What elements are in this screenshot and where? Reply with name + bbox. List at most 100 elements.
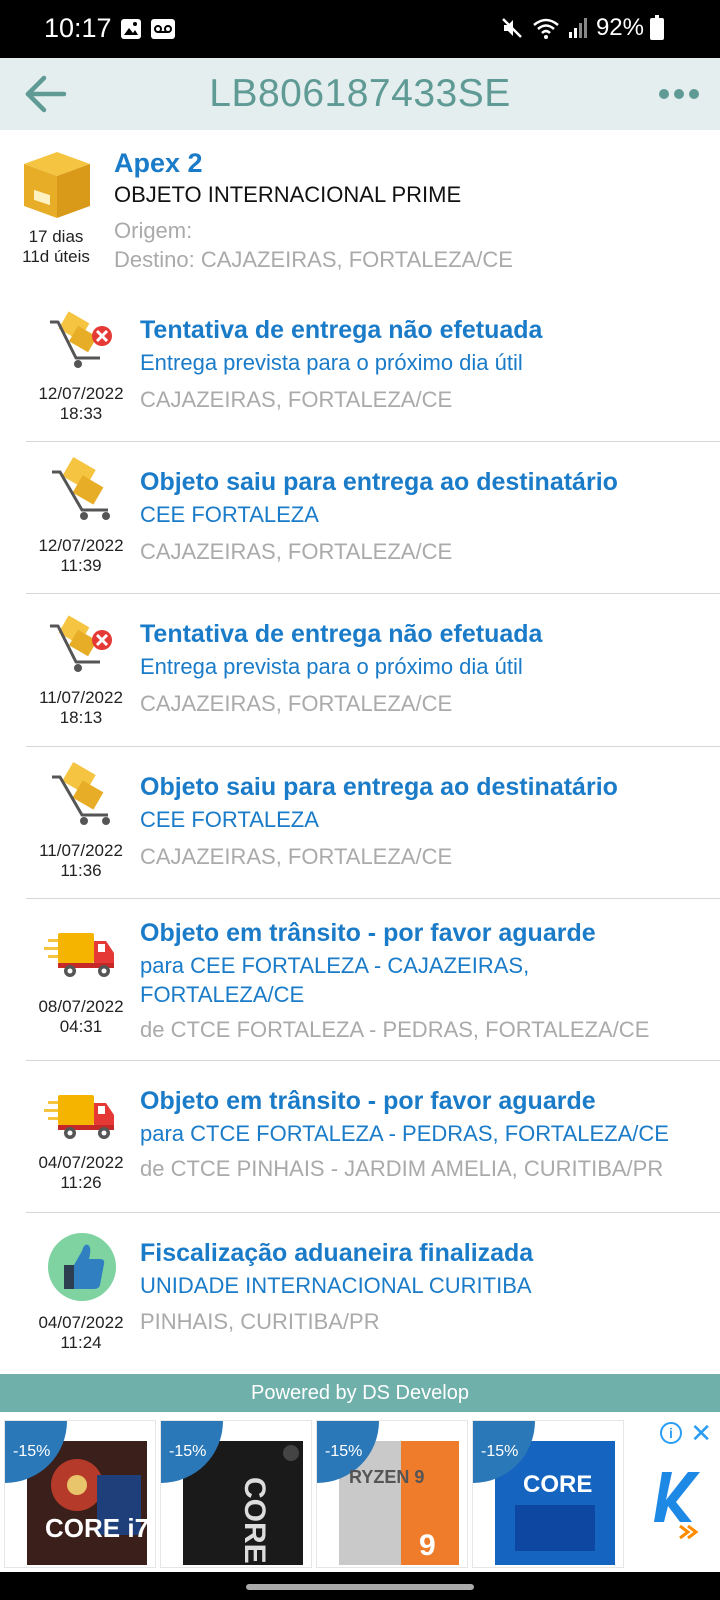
event-datetime: 08/07/2022 04:31 bbox=[26, 997, 136, 1037]
package-origin: Origem: bbox=[114, 218, 193, 243]
svg-text:9: 9 bbox=[419, 1529, 436, 1562]
powered-by-footer: Powered by DS Develop bbox=[0, 1374, 720, 1412]
package-type: OBJETO INTERNACIONAL PRIME bbox=[114, 182, 462, 207]
ad-product-label: CORE bbox=[523, 1471, 593, 1498]
status-bar: 10:17 92% bbox=[0, 0, 720, 58]
ad-product-card[interactable]: -15% CORE i7 bbox=[4, 1420, 156, 1568]
event-location: PINHAIS, CURITIBA/PR bbox=[140, 1309, 380, 1334]
status-time: 10:17 bbox=[44, 13, 112, 43]
event-datetime: 12/07/2022 18:33 bbox=[26, 384, 136, 424]
ad-product-card[interactable]: -15% CORE i9 bbox=[160, 1420, 312, 1568]
event-location: de CTCE FORTALEZA - PEDRAS, FORTALEZA/CE bbox=[140, 1017, 650, 1042]
event-location: CAJAZEIRAS, FORTALEZA/CE bbox=[140, 691, 453, 716]
event-time: 18:13 bbox=[59, 708, 103, 727]
discount-text: -15% bbox=[13, 1443, 51, 1460]
tracking-content[interactable]: 17 dias 11d úteis Apex 2 OBJETO INTERNAC… bbox=[0, 130, 720, 1374]
ad-info-icon[interactable]: i bbox=[660, 1422, 682, 1444]
event-time: 18:33 bbox=[59, 404, 103, 423]
delivery-days: 17 dias 11d úteis bbox=[14, 227, 98, 267]
event-date: 11/07/2022 bbox=[39, 688, 123, 707]
voicemail-icon bbox=[151, 19, 175, 39]
event-title: Objeto saiu para entrega ao destinatário bbox=[140, 773, 618, 801]
event-subtitle: para CTCE FORTALEZA - PEDRAS, FORTALEZA/… bbox=[140, 1121, 669, 1146]
event-date: 12/07/2022 bbox=[38, 536, 124, 555]
ad-product-card[interactable]: 9 -15% RYZEN 9 bbox=[316, 1420, 468, 1568]
event-date: 12/07/2022 bbox=[38, 384, 124, 403]
event-datetime: 12/07/2022 11:39 bbox=[26, 536, 136, 576]
more-dot bbox=[689, 89, 699, 99]
thumbs-up-icon bbox=[48, 1233, 116, 1301]
event-subtitle: Entrega prevista para o próximo dia útil bbox=[140, 350, 523, 375]
event-date: 08/07/2022 bbox=[38, 997, 124, 1016]
event-datetime: 04/07/2022 11:24 bbox=[26, 1313, 136, 1353]
battery-percentage: 92% bbox=[595, 14, 644, 41]
event-datetime: 11/07/2022 11:36 bbox=[26, 841, 136, 881]
event-location: CAJAZEIRAS, FORTALEZA/CE bbox=[140, 387, 453, 412]
event-time: 04:31 bbox=[59, 1017, 103, 1036]
cart-out-for-delivery-icon bbox=[52, 456, 110, 520]
event-subtitle: Entrega prevista para o próximo dia útil bbox=[140, 654, 523, 679]
event-subtitle: CEE FORTALEZA bbox=[140, 807, 319, 832]
event-time: 11:24 bbox=[60, 1333, 102, 1352]
ad-product-label: CORE i7 bbox=[45, 1513, 150, 1543]
ad-product-card[interactable]: -15% CORE bbox=[472, 1420, 624, 1568]
truck-icon bbox=[44, 933, 114, 977]
package-name: Apex 2 bbox=[114, 148, 203, 178]
system-nav-bar bbox=[0, 1572, 720, 1600]
battery-icon bbox=[650, 15, 664, 40]
event-title: Fiscalização aduaneira finalizada bbox=[140, 1239, 534, 1267]
more-dot bbox=[674, 89, 684, 99]
status-notification-icons bbox=[120, 18, 176, 40]
cart-failed-icon bbox=[50, 311, 112, 368]
more-options-button[interactable] bbox=[654, 72, 704, 116]
event-time: 11:36 bbox=[60, 861, 102, 880]
event-location: CAJAZEIRAS, FORTALEZA/CE bbox=[140, 844, 453, 869]
event-title: Tentativa de entrega não efetuada bbox=[140, 316, 543, 344]
event-datetime: 04/07/2022 11:26 bbox=[26, 1153, 136, 1193]
event-subtitle: UNIDADE INTERNACIONAL CURITIBA bbox=[140, 1273, 532, 1298]
tracking-event[interactable]: 12/07/2022 18:33 Tentativa de entrega nã… bbox=[26, 290, 720, 442]
more-dots-icon bbox=[659, 89, 669, 99]
event-title: Objeto em trânsito - por favor aguarde bbox=[140, 1087, 596, 1115]
status-system-icons: 92% bbox=[500, 14, 666, 42]
event-date: 04/07/2022 bbox=[38, 1153, 124, 1172]
ad-product-label: CORE i9 bbox=[238, 1477, 271, 1568]
tracking-event[interactable]: 12/07/2022 11:39 Objeto saiu para entreg… bbox=[26, 442, 720, 594]
event-title: Objeto saiu para entrega ao destinatário bbox=[140, 468, 618, 496]
tracking-event[interactable]: 11/07/2022 18:13 Tentativa de entrega nã… bbox=[26, 594, 720, 747]
event-date: 11/07/2022 bbox=[39, 841, 123, 860]
event-time: 11:39 bbox=[60, 556, 102, 575]
mute-icon bbox=[502, 18, 522, 38]
ad-banner[interactable]: -15% CORE i7 -15% CORE i9 9 -15% RYZEN 9… bbox=[0, 1412, 720, 1572]
package-box-icon bbox=[24, 152, 90, 218]
discount-text: -15% bbox=[169, 1443, 207, 1460]
package-destination: Destino: CAJAZEIRAS, FORTALEZA/CE bbox=[114, 247, 513, 272]
advertiser-logo-icon[interactable] bbox=[650, 1462, 710, 1542]
event-location: CAJAZEIRAS, FORTALEZA/CE bbox=[140, 539, 453, 564]
home-gesture-handle[interactable] bbox=[246, 1584, 474, 1590]
tracking-event[interactable]: 04/07/2022 11:26 Objeto em trânsito - po… bbox=[26, 1061, 720, 1213]
cart-failed-icon bbox=[50, 615, 112, 672]
app-bar: LB806187433SE bbox=[0, 58, 720, 130]
tracking-event[interactable]: 04/07/2022 11:24 Fiscalização aduaneira … bbox=[26, 1213, 720, 1374]
tracking-event[interactable]: 11/07/2022 11:36 Objeto saiu para entreg… bbox=[26, 747, 720, 899]
event-title: Tentativa de entrega não efetuada bbox=[140, 620, 543, 648]
ad-close-icon[interactable]: ✕ bbox=[690, 1418, 712, 1449]
tracking-code-title: LB806187433SE bbox=[209, 72, 511, 115]
event-title: Objeto em trânsito - por favor aguarde bbox=[140, 919, 596, 947]
event-subtitle: CEE FORTALEZA bbox=[140, 502, 319, 527]
discount-text: -15% bbox=[325, 1443, 363, 1460]
gallery-icon bbox=[121, 19, 141, 39]
signal-icon bbox=[568, 18, 587, 38]
event-date: 04/07/2022 bbox=[38, 1313, 124, 1332]
tracking-event[interactable]: 08/07/2022 04:31 Objeto em trânsito - po… bbox=[26, 899, 720, 1061]
cart-out-for-delivery-icon bbox=[52, 761, 110, 825]
package-header: 17 dias 11d úteis Apex 2 OBJETO INTERNAC… bbox=[0, 130, 720, 290]
ad-product-label: RYZEN 9 bbox=[349, 1467, 425, 1487]
discount-text: -15% bbox=[481, 1443, 519, 1460]
event-datetime: 11/07/2022 18:13 bbox=[26, 688, 136, 728]
event-time: 11:26 bbox=[60, 1173, 102, 1192]
truck-icon bbox=[44, 1095, 114, 1139]
event-location: de CTCE PINHAIS - JARDIM AMELIA, CURITIB… bbox=[140, 1156, 664, 1181]
days-business: 11d úteis bbox=[22, 247, 90, 266]
